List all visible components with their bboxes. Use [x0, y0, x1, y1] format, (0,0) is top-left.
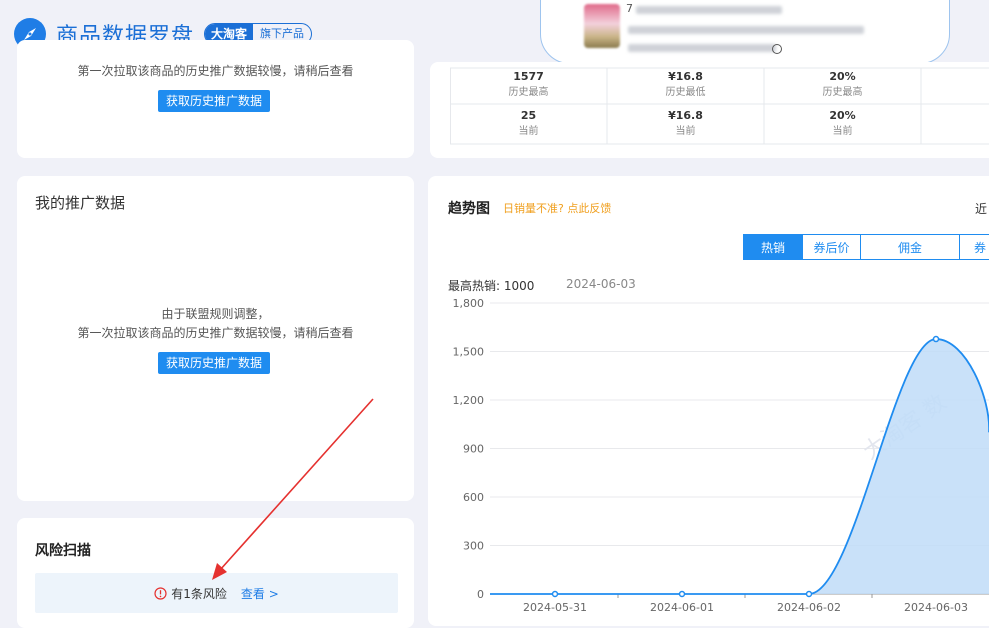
stat-value: 1: [921, 109, 989, 122]
stat-cell: 1历: [921, 70, 989, 98]
risk-count-text: 有1条风险: [171, 586, 227, 601]
stat-value: ¥16.8: [668, 109, 703, 122]
max-sales-date: 2024-06-03: [566, 277, 636, 291]
fetch-history-button-top[interactable]: 获取历史推广数据: [158, 90, 271, 112]
stat-label: 当前: [832, 126, 853, 137]
data-point: [551, 590, 559, 598]
stat-value: 1577: [513, 70, 544, 83]
risk-panel-title: 风险扫描: [35, 543, 91, 559]
data-point: [805, 590, 813, 598]
x-tick-label: 2024-06-01: [650, 601, 714, 614]
stat-cell: 1577 历史最高: [450, 70, 607, 98]
promo-panel-title: 我的推广数据: [35, 194, 126, 212]
fetch-history-button[interactable]: 获取历史推广数据: [158, 352, 271, 374]
y-tick-label: 900: [463, 443, 484, 456]
stat-cell: ¥16.8 历史最低: [607, 70, 764, 98]
product-circle-icon: [772, 44, 782, 54]
data-point: [932, 335, 940, 343]
tab-coupon-price[interactable]: 券后价: [802, 234, 861, 260]
y-tick-label: 600: [463, 491, 484, 504]
stat-value: 20%: [829, 70, 856, 83]
promo-notice-line1: 由于联盟规则调整，: [161, 307, 270, 321]
trend-panel-title: 趋势图: [448, 201, 490, 217]
sales-feedback-link[interactable]: 日销量不准? 点此反馈: [503, 200, 611, 216]
history-notice: 第一次拉取该商品的历史推广数据较慢，请稍后查看: [77, 64, 354, 78]
promo-notice-line2: 第一次拉取该商品的历史推广数据较慢，请稍后查看: [77, 326, 354, 340]
tab-commission[interactable]: 佣金: [860, 234, 960, 260]
stat-cell: 20% 历史最高: [764, 70, 921, 98]
stat-cell: 1: [921, 109, 989, 122]
product-desc-blurred-2: [628, 44, 776, 52]
trend-chart[interactable]: 0 300 600 900 1,200 1,500 1,800 2024-05-31 2024-…: [430, 290, 989, 618]
stat-cell: 20% 当前: [764, 109, 921, 137]
stat-cell: ¥16.8 当前: [607, 109, 764, 137]
product-desc-blurred: [628, 26, 864, 34]
date-range-select[interactable]: 近: [975, 200, 987, 217]
y-tick-label: 0: [477, 588, 484, 601]
series-area: [490, 339, 989, 594]
product-title: 7: [626, 2, 633, 15]
stat-label: 当前: [675, 126, 696, 137]
x-tick-label: 2024-06-03: [904, 601, 968, 614]
x-tick-label: 2024-05-31: [523, 601, 587, 614]
stat-label: 当前: [518, 126, 539, 137]
tab-hot-sales[interactable]: 热销: [743, 234, 803, 260]
tab-coupon[interactable]: 券: [959, 234, 989, 260]
y-tick-label: 1,800: [453, 297, 485, 310]
y-tick-label: 300: [463, 540, 484, 553]
stat-cell: 25 当前: [450, 109, 607, 137]
data-point: [678, 590, 686, 598]
warning-circle-icon: [154, 586, 167, 600]
y-tick-label: 1,200: [453, 394, 485, 407]
sales-feedback-text: 日销量不准? 点此反馈: [503, 202, 612, 215]
product-thumbnail[interactable]: [584, 4, 620, 48]
view-risk-link[interactable]: 查看 >: [241, 585, 279, 602]
y-tick-label: 1,500: [453, 346, 485, 359]
stat-value: 25: [520, 109, 537, 122]
stat-label: 历史最低: [665, 87, 706, 98]
x-tick-label: 2024-06-02: [777, 601, 841, 614]
risk-bar: 有1条风险 查看 >: [35, 573, 398, 613]
stat-value: 1: [921, 70, 989, 83]
stat-label: 历: [921, 83, 989, 98]
product-title-blurred: [636, 6, 782, 14]
stat-label: 历史最高: [508, 87, 549, 98]
stat-value: 20%: [829, 109, 856, 122]
stat-label: 历史最高: [822, 87, 863, 98]
stat-value: ¥16.8: [668, 70, 703, 83]
